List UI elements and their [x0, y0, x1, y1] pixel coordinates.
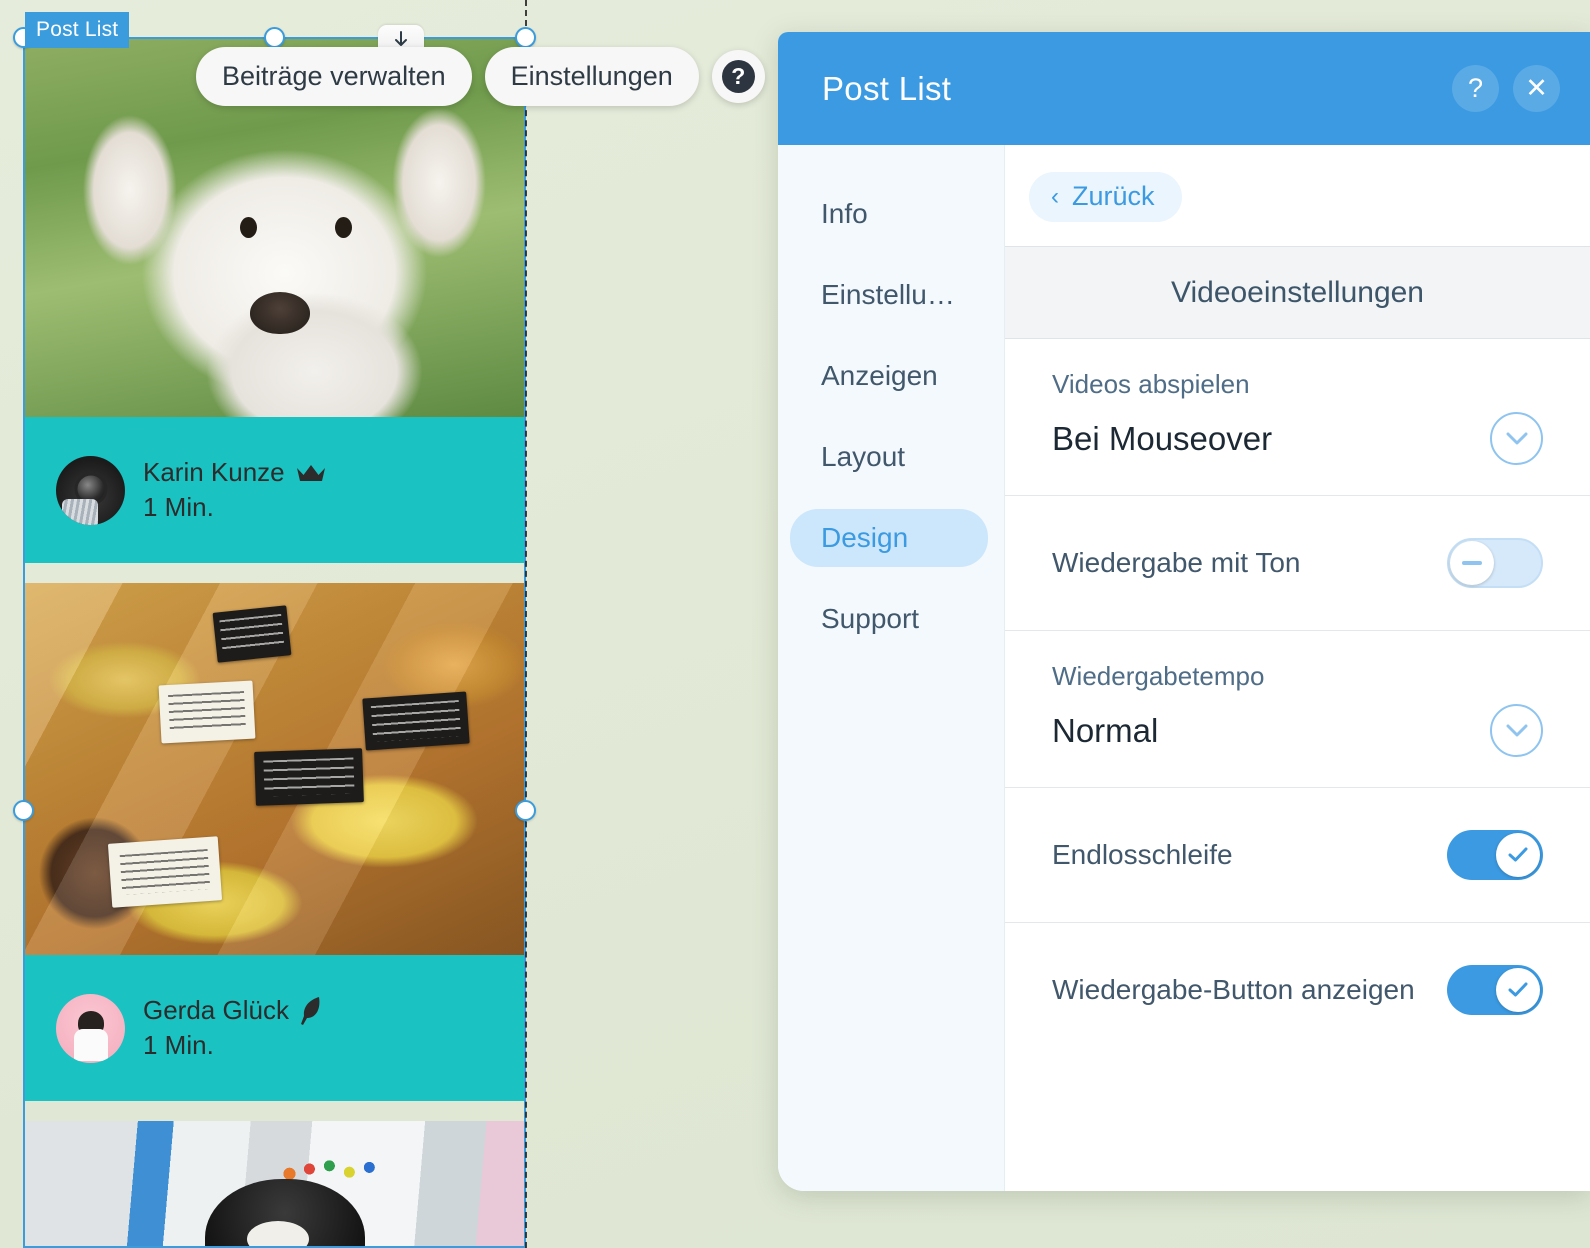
sidebar-item-support[interactable]: Support	[790, 590, 988, 648]
chevron-down-icon	[1506, 432, 1527, 444]
panel-header: Post List ? ✕	[778, 32, 1590, 145]
avatar	[56, 455, 125, 525]
post-author-name: Gerda Glück	[143, 995, 289, 1025]
post-timestamp: 1 Min.	[143, 1030, 214, 1060]
setting-label: Endlosschleife	[1052, 839, 1233, 870]
feather-icon	[300, 996, 320, 1025]
post-list-widget[interactable]: Karin Kunze 1 Min. Gerda Glück 1 Min.	[25, 39, 524, 1248]
section-title-bar: Videoeinstellungen	[1005, 246, 1590, 339]
panel-sidebar: Info Einstellu… Anzeigen Layout Design S…	[778, 145, 1005, 1191]
settings-button[interactable]: Einstellungen	[484, 47, 699, 106]
post-image-petshop	[25, 1121, 524, 1248]
back-row: ‹ Zurück	[1005, 145, 1590, 246]
setting-label: Wiedergabe mit Ton	[1052, 547, 1301, 578]
dropdown-videos-play[interactable]	[1490, 412, 1543, 465]
back-button[interactable]: ‹ Zurück	[1029, 172, 1182, 222]
resize-handle-middle-right[interactable]	[515, 800, 536, 821]
post-divider	[25, 563, 524, 583]
resize-handle-middle-left[interactable]	[13, 800, 34, 821]
floating-toolbar: Beiträge verwalten Einstellungen ?	[196, 47, 765, 106]
sidebar-item-anzeigen[interactable]: Anzeigen	[790, 347, 988, 405]
toggle-loop[interactable]	[1447, 830, 1543, 880]
resize-handle-top-right[interactable]	[515, 27, 536, 48]
settings-panel: Post List ? ✕ Info Einstellu… Anzeigen L…	[778, 32, 1590, 1191]
sidebar-item-info[interactable]: Info	[790, 185, 988, 243]
manage-posts-button[interactable]: Beiträge verwalten	[196, 47, 472, 106]
section-title: Videoeinstellungen	[1171, 275, 1424, 309]
post-item[interactable]: Gerda Glück 1 Min.	[25, 583, 524, 1101]
setting-value: Bei Mouseover	[1052, 419, 1273, 457]
sidebar-item-design[interactable]: Design	[790, 509, 988, 567]
resize-handle-top-center[interactable]	[264, 27, 285, 48]
component-label-badge: Post List	[25, 12, 130, 48]
avatar	[56, 993, 125, 1063]
close-icon: ✕	[1525, 73, 1548, 103]
panel-close-button[interactable]: ✕	[1513, 65, 1560, 112]
post-divider	[25, 1101, 524, 1121]
chevron-left-icon: ‹	[1051, 182, 1059, 210]
screen-root: Karin Kunze 1 Min. Gerda Glück 1 Min. Po…	[0, 0, 1590, 1248]
sidebar-item-einstellungen[interactable]: Einstellu…	[790, 266, 988, 324]
crown-icon	[296, 464, 325, 481]
dropdown-playback-speed[interactable]	[1490, 704, 1543, 757]
toggle-knob	[1496, 833, 1540, 877]
chevron-down-icon	[1506, 724, 1527, 736]
minus-icon	[1462, 561, 1482, 565]
setting-label: Videos abspielen	[1052, 369, 1250, 399]
editor-canvas: Karin Kunze 1 Min. Gerda Glück 1 Min. Po…	[0, 0, 780, 1248]
alignment-guide-line	[525, 0, 527, 1248]
post-author-name: Karin Kunze	[143, 457, 285, 487]
check-icon	[1508, 982, 1528, 997]
toggle-play-with-sound[interactable]	[1447, 538, 1543, 588]
toggle-show-play-button[interactable]	[1447, 965, 1543, 1015]
post-item[interactable]: Karin Kunze 1 Min.	[25, 39, 524, 563]
setting-show-play-button: Wiedergabe-Button anzeigen	[1005, 923, 1590, 1057]
post-item[interactable]	[25, 1121, 524, 1248]
post-meta: Karin Kunze 1 Min.	[25, 417, 524, 563]
toggle-knob	[1450, 541, 1494, 585]
panel-body: Info Einstellu… Anzeigen Layout Design S…	[778, 145, 1590, 1191]
setting-value: Normal	[1052, 711, 1159, 749]
setting-videos-play: Videos abspielen Bei Mouseover	[1005, 339, 1590, 496]
question-mark-icon: ?	[721, 60, 755, 93]
panel-content: ‹ Zurück Videoeinstellungen Videos abspi…	[1005, 145, 1590, 1191]
back-button-label: Zurück	[1072, 181, 1155, 211]
sidebar-item-layout[interactable]: Layout	[790, 428, 988, 486]
toggle-knob	[1496, 968, 1540, 1012]
setting-playback-speed: Wiedergabetempo Normal	[1005, 631, 1590, 788]
canvas-help-button[interactable]: ?	[711, 50, 765, 103]
setting-play-with-sound: Wiedergabe mit Ton	[1005, 496, 1590, 631]
post-image-cheese	[25, 583, 524, 955]
panel-help-button[interactable]: ?	[1452, 65, 1499, 112]
setting-label: Wiedergabe-Button anzeigen	[1052, 974, 1415, 1005]
question-mark-icon: ?	[1467, 73, 1484, 103]
setting-loop: Endlosschleife	[1005, 788, 1590, 923]
setting-label: Wiedergabetempo	[1052, 661, 1265, 691]
post-meta: Gerda Glück 1 Min.	[25, 955, 524, 1101]
post-timestamp: 1 Min.	[143, 492, 214, 522]
check-icon	[1508, 847, 1528, 862]
panel-title: Post List	[822, 69, 952, 107]
